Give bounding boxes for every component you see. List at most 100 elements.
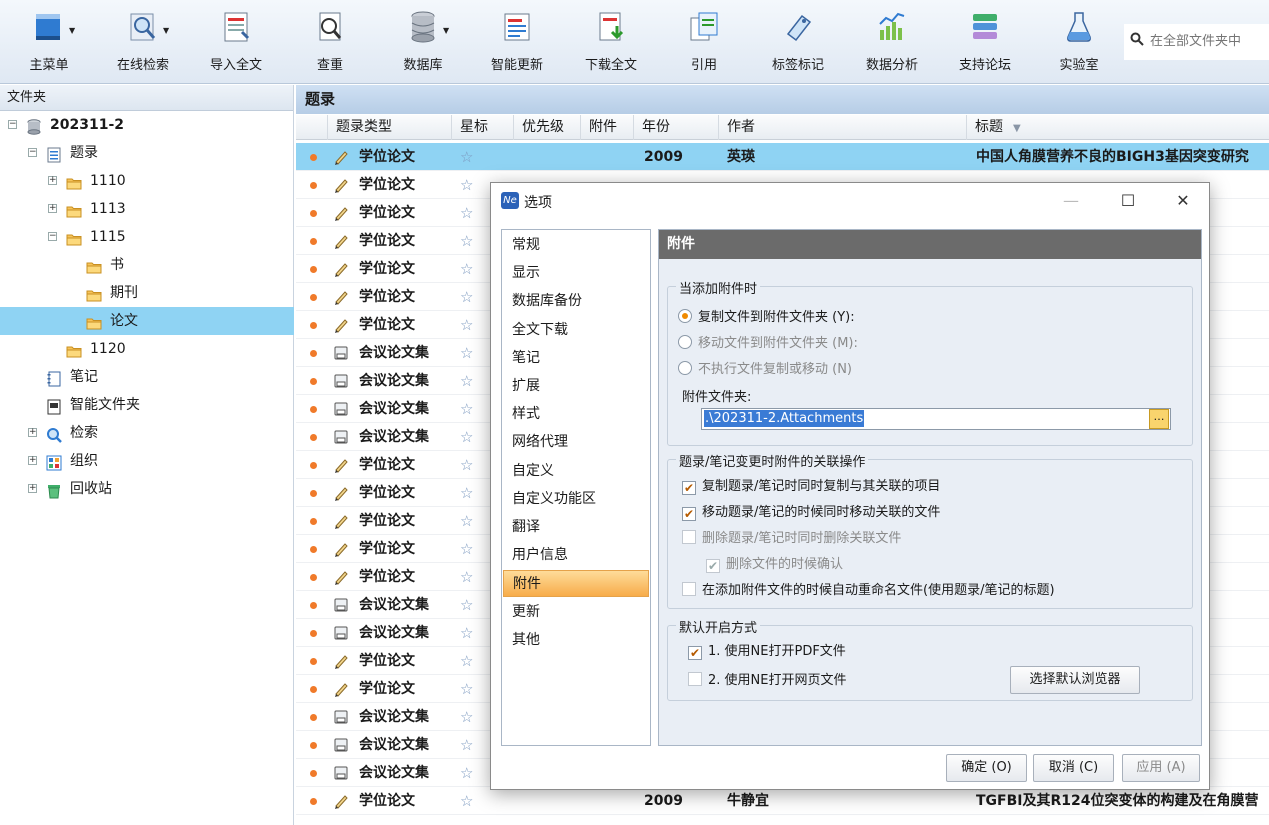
folder-tree-item[interactable]: 笔记 (0, 363, 294, 391)
radio-copy-file[interactable]: 复制文件到附件文件夹 (Y): (678, 309, 855, 327)
column-header-type[interactable]: 题录类型 (327, 115, 451, 140)
search-input[interactable] (1150, 30, 1269, 52)
folder-tree-item[interactable]: + 检索 (0, 419, 294, 447)
browse-folder-button[interactable]: … (1149, 409, 1169, 429)
star-icon[interactable]: ☆ (460, 176, 473, 194)
options-nav-item[interactable]: 更新 (503, 599, 649, 626)
table-row[interactable]: 学位论文 ☆ 2009 英瑛 中国人角膜营养不良的BIGH3基因突变研究 (296, 143, 1269, 171)
folder-tree-item[interactable]: 期刊 (0, 279, 294, 307)
download-fulltext-button[interactable]: 下载全文 (571, 6, 651, 80)
options-nav-item[interactable]: 显示 (503, 260, 649, 287)
select-browser-button[interactable]: 选择默认浏览器 (1010, 666, 1140, 694)
database-button[interactable]: ▼ 数据库 (383, 6, 463, 80)
column-header-priority[interactable]: 优先级 (513, 115, 580, 140)
main-menu-button[interactable]: ▼ 主菜单 (9, 6, 89, 80)
collapse-icon[interactable]: − (48, 232, 57, 241)
checkbox-open-web[interactable]: 2. 使用NE打开网页文件 (688, 672, 846, 690)
close-icon[interactable]: ✕ (1163, 189, 1203, 213)
import-fulltext-button[interactable]: 导入全文 (196, 6, 276, 80)
column-header-year[interactable]: 年份 (633, 115, 718, 140)
options-nav-item[interactable]: 全文下载 (503, 317, 649, 344)
expand-icon[interactable]: + (28, 484, 37, 493)
star-icon[interactable]: ☆ (460, 764, 473, 782)
options-nav-item[interactable]: 翻译 (503, 514, 649, 541)
options-nav-item[interactable]: 扩展 (503, 373, 649, 400)
cite-button[interactable]: 引用 (664, 6, 744, 80)
star-icon[interactable]: ☆ (460, 596, 473, 614)
smart-update-button[interactable]: 智能更新 (477, 6, 557, 80)
dialog-titlebar[interactable]: Ne 选项 — ☐ ✕ (491, 183, 1209, 219)
column-header-star[interactable]: 星标 (451, 115, 513, 140)
folder-tree-item[interactable]: 论文 (0, 307, 294, 335)
star-icon[interactable]: ☆ (460, 792, 473, 810)
folder-tree-item[interactable]: − 题录 (0, 139, 294, 167)
options-nav-item[interactable]: 自定义功能区 (503, 486, 649, 513)
folder-tree-item[interactable]: + 组织 (0, 447, 294, 475)
expand-icon[interactable]: + (28, 428, 37, 437)
star-icon[interactable]: ☆ (460, 232, 473, 250)
minimize-icon[interactable]: — (1051, 189, 1091, 213)
star-icon[interactable]: ☆ (460, 344, 473, 362)
folder-tree-item[interactable]: +1113 (0, 195, 294, 223)
duplicate-check-button[interactable]: 查重 (290, 6, 370, 80)
search-box[interactable] (1124, 24, 1269, 60)
table-row[interactable]: 学位论文 ☆ 2009 牛静宜 TGFBI及其R124位突变体的构建及在角膜营 (296, 787, 1269, 815)
folder-tree-item[interactable]: +1110 (0, 167, 294, 195)
star-icon[interactable]: ☆ (460, 260, 473, 278)
expand-icon[interactable]: + (28, 456, 37, 465)
collapse-icon[interactable]: − (8, 120, 17, 129)
data-analysis-button[interactable]: 数据分析 (852, 6, 932, 80)
options-nav-item[interactable]: 自定义 (503, 458, 649, 485)
options-nav-item[interactable]: 网络代理 (503, 429, 649, 456)
star-icon[interactable]: ☆ (460, 316, 473, 334)
checkbox-copy-linked[interactable]: ✔ 复制题录/笔记时同时复制与其关联的项目 (682, 478, 940, 496)
folder-tree-item[interactable]: − 202311-2 (0, 111, 294, 139)
collapse-icon[interactable]: − (28, 148, 37, 157)
maximize-icon[interactable]: ☐ (1108, 189, 1148, 213)
star-icon[interactable]: ☆ (460, 456, 473, 474)
star-icon[interactable]: ☆ (460, 372, 473, 390)
folder-tree-item[interactable]: 智能文件夹 (0, 391, 294, 419)
checkbox-delete-linked[interactable]: 删除题录/笔记时同时删除关联文件 (682, 530, 901, 548)
options-nav-item[interactable]: 数据库备份 (503, 288, 649, 315)
checkbox-confirm-delete[interactable]: ✔ 删除文件的时候确认 (706, 556, 843, 574)
star-icon[interactable]: ☆ (460, 288, 473, 306)
ok-button[interactable]: 确定 (O) (946, 754, 1027, 782)
checkbox-auto-rename[interactable]: 在添加附件文件的时候自动重命名文件(使用题录/笔记的标题) (682, 582, 1055, 600)
options-nav-item[interactable]: 笔记 (503, 345, 649, 372)
folder-tree-item[interactable]: − 1115 (0, 223, 294, 251)
column-header-author[interactable]: 作者 (718, 115, 966, 140)
options-nav-item[interactable]: 其他 (503, 627, 649, 654)
cancel-button[interactable]: 取消 (C) (1033, 754, 1114, 782)
column-header-attachment[interactable]: 附件 (580, 115, 633, 140)
folder-tree-item[interactable]: + 回收站 (0, 475, 294, 503)
attachment-folder-input[interactable]: .\202311-2.Attachments (701, 408, 1171, 430)
expand-icon[interactable]: + (48, 204, 57, 213)
star-icon[interactable]: ☆ (460, 736, 473, 754)
star-icon[interactable]: ☆ (460, 484, 473, 502)
star-icon[interactable]: ☆ (460, 400, 473, 418)
star-icon[interactable]: ☆ (460, 708, 473, 726)
star-icon[interactable]: ☆ (460, 540, 473, 558)
checkbox-move-linked[interactable]: ✔ 移动题录/笔记的时候同时移动关联的文件 (682, 504, 940, 522)
options-nav-item[interactable]: 用户信息 (503, 542, 649, 569)
star-icon[interactable]: ☆ (460, 652, 473, 670)
online-search-button[interactable]: ▼ 在线检索 (103, 6, 183, 80)
expand-icon[interactable]: + (48, 176, 57, 185)
checkbox-open-pdf[interactable]: ✔ 1. 使用NE打开PDF文件 (688, 643, 846, 661)
star-icon[interactable]: ☆ (460, 204, 473, 222)
tag-button[interactable]: 标签标记 (758, 6, 838, 80)
star-icon[interactable]: ☆ (460, 512, 473, 530)
lab-button[interactable]: 实验室 (1039, 6, 1119, 80)
star-icon[interactable]: ☆ (460, 568, 473, 586)
star-icon[interactable]: ☆ (460, 624, 473, 642)
star-icon[interactable]: ☆ (460, 680, 473, 698)
options-nav-item[interactable]: 附件 (503, 570, 649, 598)
folder-tree-item[interactable]: 书 (0, 251, 294, 279)
options-nav-item[interactable]: 常规 (503, 232, 649, 259)
radio-move-file[interactable]: 移动文件到附件文件夹 (M): (678, 335, 858, 353)
column-header-title[interactable]: 标题 ▼ (966, 115, 1269, 140)
star-icon[interactable]: ☆ (460, 428, 473, 446)
options-nav-item[interactable]: 样式 (503, 401, 649, 428)
apply-button[interactable]: 应用 (A) (1122, 754, 1200, 782)
